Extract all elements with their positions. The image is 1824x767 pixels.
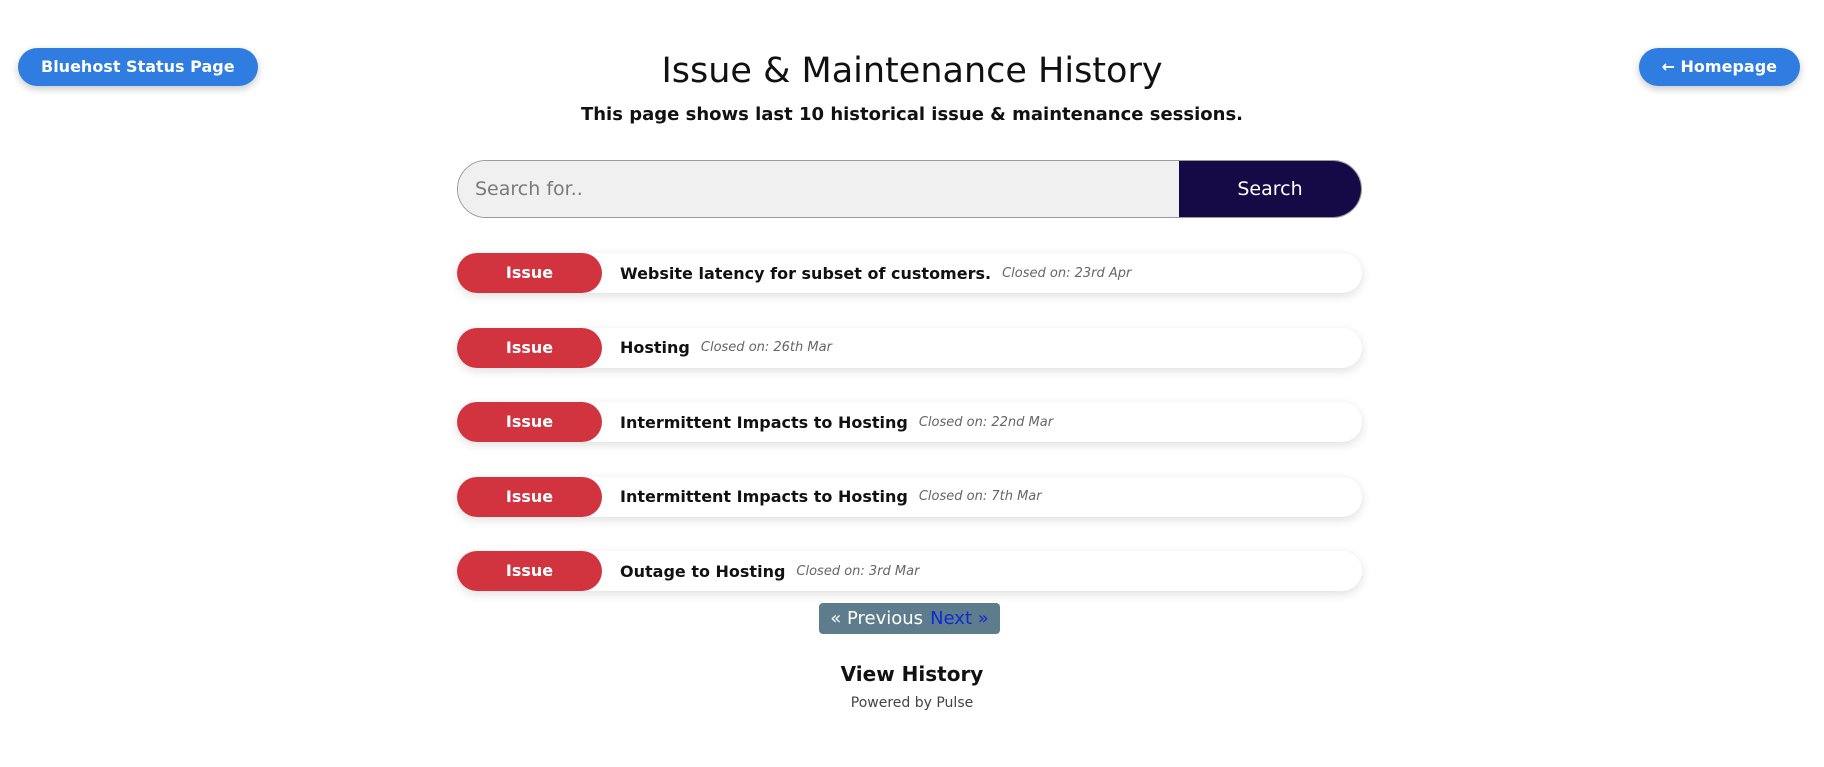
issue-badge: Issue: [457, 476, 602, 517]
search-button[interactable]: Search: [1179, 161, 1361, 217]
issue-row[interactable]: Issue Website latency for subset of cust…: [457, 253, 1362, 293]
issue-badge: Issue: [457, 327, 602, 368]
issue-row[interactable]: Issue Hosting Closed on: 26th Mar: [457, 327, 1362, 368]
issue-title: Website latency for subset of customers.: [620, 263, 992, 283]
issue-badge: Issue: [457, 253, 602, 293]
page-subtitle: This page shows last 10 historical issue…: [580, 104, 1244, 125]
issue-row[interactable]: Issue Intermittent Impacts to Hosting Cl…: [457, 476, 1362, 517]
issue-closed-date: Closed on: 22nd Mar: [918, 414, 1054, 430]
issue-row[interactable]: Issue Intermittent Impacts to Hosting Cl…: [457, 402, 1362, 442]
issue-closed-date: Closed on: 23rd Apr: [1002, 265, 1132, 281]
status-history-page: Bluehost Status Page ← Homepage Issue & …: [0, 0, 1824, 767]
pagination: « Previous Next »: [819, 603, 1000, 634]
issue-closed-date: Closed on: 26th Mar: [700, 340, 832, 355]
search-bar: Search: [457, 160, 1362, 218]
issue-row[interactable]: Issue Outage to Hosting Closed on: 3rd M…: [457, 551, 1362, 591]
issue-closed-date: Closed on: 3rd Mar: [796, 563, 920, 579]
page-title: Issue & Maintenance History: [661, 51, 1163, 91]
issue-badge: Issue: [457, 551, 602, 591]
issue-badge: Issue: [457, 402, 602, 442]
powered-by-text: Powered by Pulse: [850, 695, 974, 711]
issue-title: Intermittent Impacts to Hosting: [620, 487, 908, 506]
issue-title: Outage to Hosting: [620, 561, 786, 581]
view-history-link[interactable]: View History: [0, 662, 1824, 686]
next-page-link[interactable]: Next »: [930, 608, 989, 629]
issue-list: Issue Website latency for subset of cust…: [457, 253, 1362, 626]
previous-page-link[interactable]: « Previous: [830, 608, 923, 629]
search-input[interactable]: [458, 161, 1179, 217]
issue-title: Hosting: [620, 338, 690, 357]
issue-title: Intermittent Impacts to Hosting: [620, 412, 908, 432]
issue-closed-date: Closed on: 7th Mar: [918, 489, 1042, 504]
